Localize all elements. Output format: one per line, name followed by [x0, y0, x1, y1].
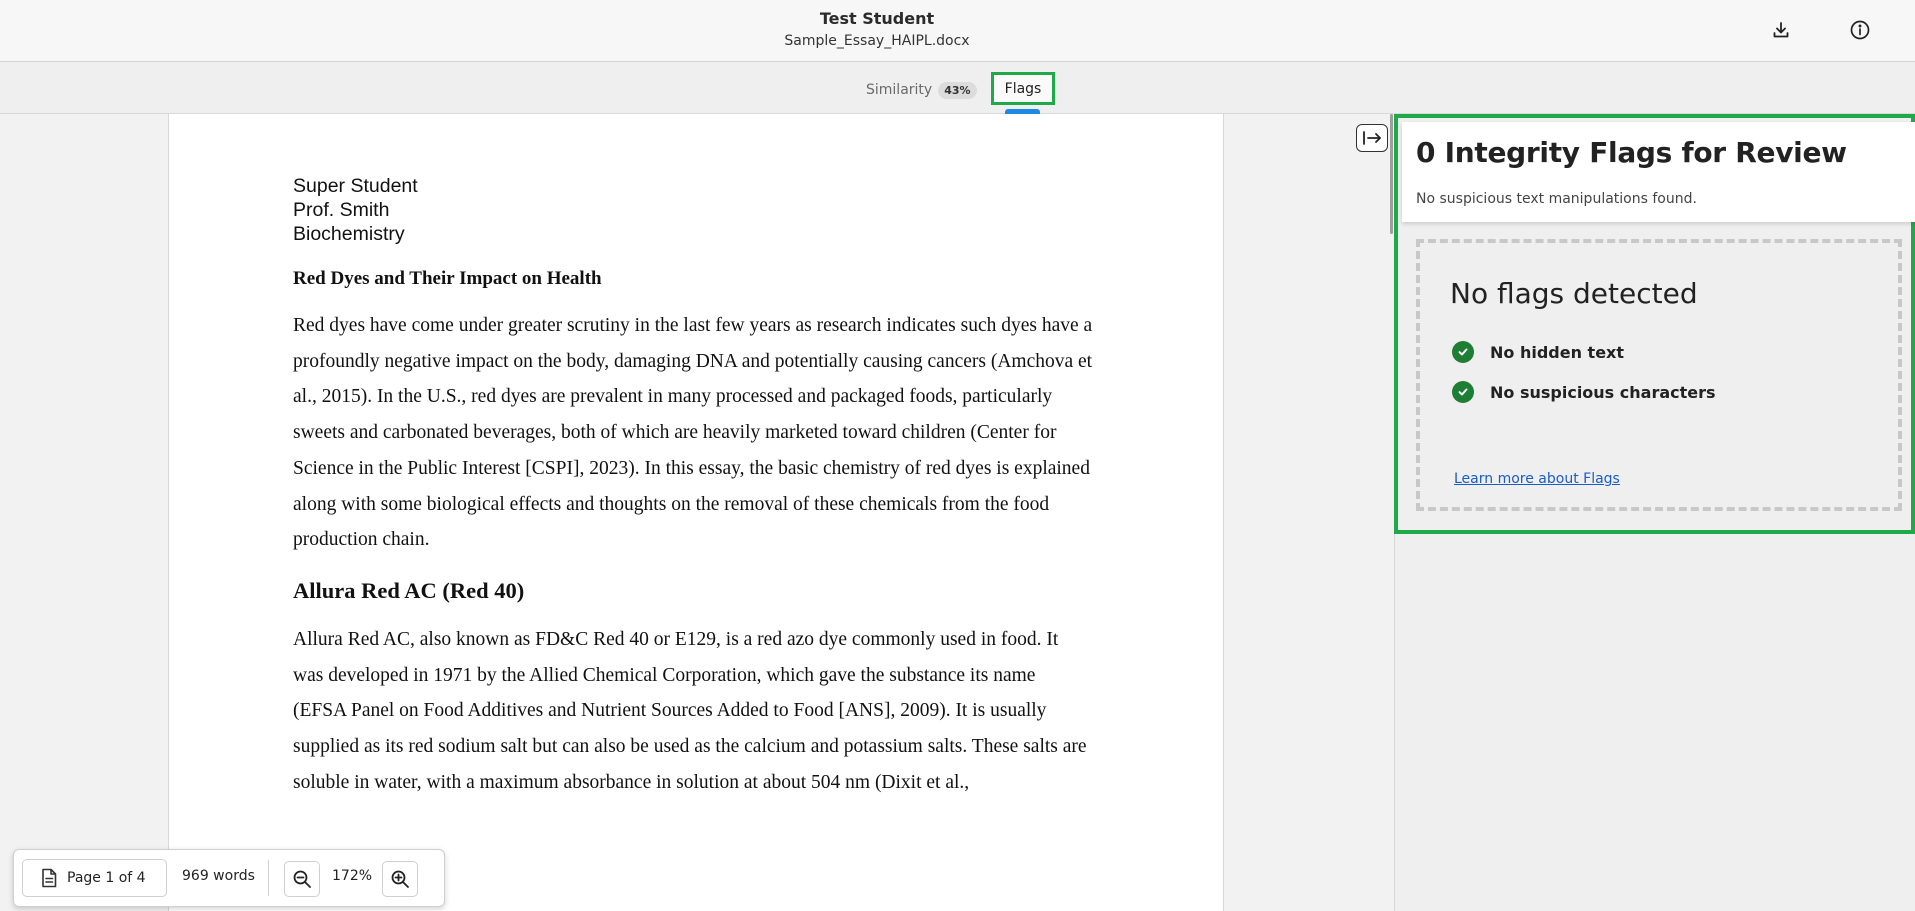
tab-flags-label: Flags	[1004, 80, 1042, 97]
professor-line: Prof. Smith	[293, 199, 390, 221]
collapse-panel-button[interactable]	[1356, 124, 1388, 152]
flags-heading: 0 Integrity Flags for Review	[1416, 136, 1847, 169]
section-heading: Allura Red AC (Red 40)	[293, 577, 525, 603]
no-flags-title: No flags detected	[1450, 277, 1698, 310]
viewer-toolbar: Page 1 of 4 969 words 172%	[13, 849, 445, 907]
check-circle-icon	[1452, 381, 1474, 403]
flags-summary-card: 0 Integrity Flags for Review No suspicio…	[1402, 122, 1915, 222]
view-tabs: Similarity 43% Flags	[0, 62, 1915, 114]
learn-more-flags-link[interactable]: Learn more about Flags	[1454, 471, 1620, 487]
tab-flags[interactable]: Flags	[991, 72, 1055, 105]
check-hidden-text-label: No hidden text	[1490, 342, 1625, 362]
page-indicator-button[interactable]: Page 1 of 4	[22, 859, 167, 897]
zoom-in-icon	[391, 870, 409, 888]
flags-panel-highlight: 0 Integrity Flags for Review No suspicio…	[1394, 114, 1915, 534]
zoom-in-button[interactable]	[382, 861, 418, 897]
word-count: 969 words	[182, 868, 255, 884]
document-viewer[interactable]: Super Student Prof. Smith Biochemistry R…	[0, 114, 1394, 911]
course-line: Biochemistry	[293, 223, 405, 245]
document-page: Super Student Prof. Smith Biochemistry R…	[168, 114, 1224, 911]
document-content: Super Student Prof. Smith Biochemistry R…	[293, 174, 1093, 800]
tab-similarity[interactable]: Similarity 43%	[866, 79, 977, 101]
author-line: Super Student	[293, 175, 418, 197]
intro-paragraph: Red dyes have come under greater scrutin…	[293, 315, 1093, 551]
check-circle-icon	[1452, 341, 1474, 363]
document-header-lines: Super Student Prof. Smith Biochemistry	[293, 174, 1093, 246]
no-flags-box: No flags detected No hidden text No susp…	[1416, 239, 1902, 511]
zoom-out-icon	[293, 870, 311, 888]
file-name: Sample_Essay_HAIPL.docx	[784, 33, 970, 49]
collapse-panel-icon	[1363, 131, 1381, 145]
zoom-level: 172%	[332, 868, 373, 884]
zoom-out-button[interactable]	[284, 861, 320, 897]
tab-similarity-label: Similarity	[866, 82, 933, 98]
info-button[interactable]	[1842, 12, 1878, 48]
toolbar-divider	[268, 860, 269, 896]
page-indicator-label: Page 1 of 4	[67, 870, 146, 886]
check-hidden-text: No hidden text	[1452, 341, 1624, 363]
document-icon	[42, 868, 57, 888]
flags-subheading: No suspicious text manipulations found.	[1416, 191, 1697, 207]
info-icon	[1850, 20, 1870, 40]
similarity-score-badge: 43%	[938, 81, 977, 99]
check-suspicious-characters-label: No suspicious characters	[1490, 382, 1716, 402]
check-suspicious-characters: No suspicious characters	[1452, 381, 1716, 403]
viewer-scrollbar[interactable]	[1390, 114, 1393, 234]
student-name: Test Student	[819, 9, 935, 28]
body-paragraph: Allura Red AC, also known as FD&C Red 40…	[293, 628, 1087, 793]
essay-title: Red Dyes and Their Impact on Health	[293, 268, 602, 289]
download-icon	[1773, 22, 1789, 38]
download-button[interactable]	[1763, 12, 1799, 48]
top-header: Test Student Sample_Essay_HAIPL.docx	[0, 0, 1915, 62]
